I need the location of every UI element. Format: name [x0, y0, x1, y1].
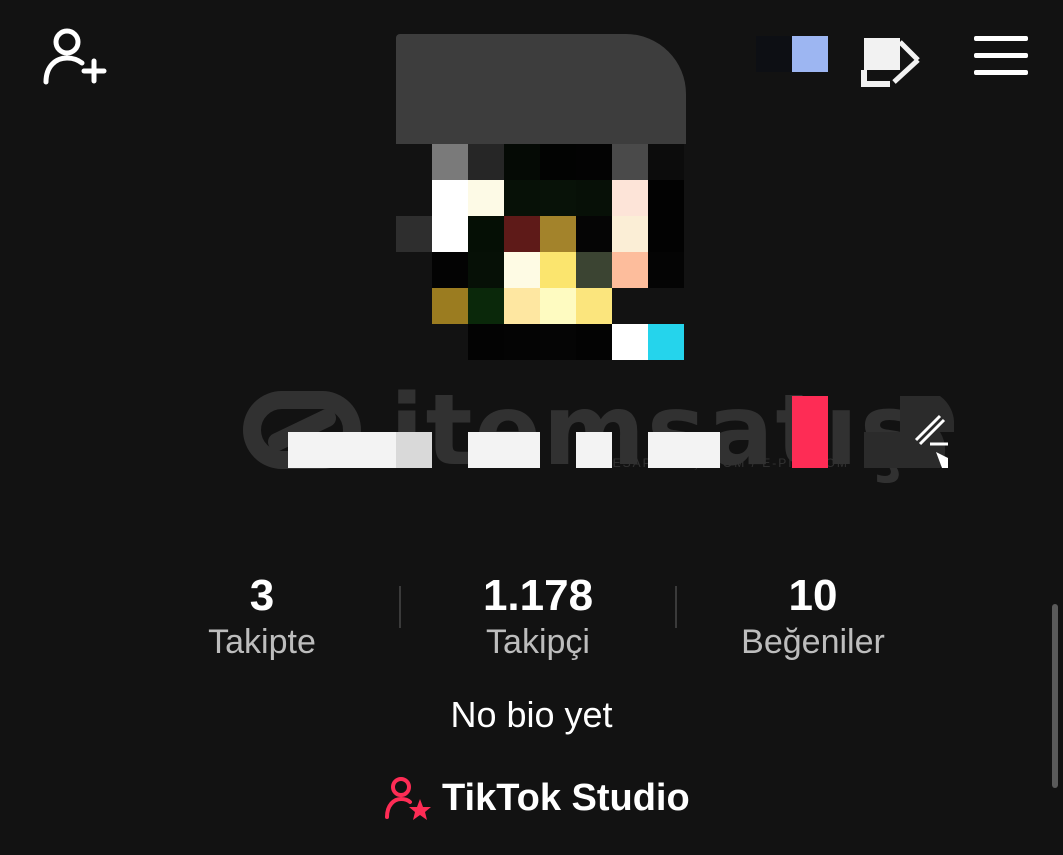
- avatar-pixel: [612, 216, 648, 252]
- avatar-pixel: [648, 252, 684, 288]
- swatch-dark: [756, 36, 792, 72]
- avatar-pixel: [432, 180, 468, 216]
- person-plus-icon: [43, 28, 107, 85]
- pixelated-icon: [756, 36, 830, 72]
- avatar-pixel: [612, 144, 648, 180]
- avatar-pixel: [468, 144, 504, 180]
- avatar-pixel: [612, 324, 648, 360]
- name-pixel: [396, 432, 432, 468]
- stat-followers[interactable]: 1.178 Takipçi: [418, 570, 658, 662]
- name-pixel: [468, 432, 540, 468]
- name-pixel: [648, 432, 720, 468]
- pencil-icon: [864, 396, 955, 468]
- avatar-pixel: [432, 252, 468, 288]
- avatar-pixel: [504, 288, 540, 324]
- bio-text[interactable]: No bio yet: [0, 694, 1063, 736]
- avatar-pixel: [576, 180, 612, 216]
- notes-button[interactable]: [860, 34, 926, 88]
- add-friend-button[interactable]: [40, 26, 110, 88]
- avatar-pixel: [540, 216, 576, 252]
- scrollbar[interactable]: [1052, 604, 1058, 788]
- avatar-pixel: [468, 252, 504, 288]
- avatar-pixel: [540, 180, 576, 216]
- avatar-pixel: [468, 216, 504, 252]
- avatar-pixel: [576, 216, 612, 252]
- avatar-pixel: [648, 216, 684, 252]
- avatar-pixel: [468, 180, 504, 216]
- avatar-pixel: [576, 324, 612, 360]
- stat-following[interactable]: 3 Takipte: [142, 570, 382, 662]
- avatar-pixel: [540, 252, 576, 288]
- avatar-pixel: [432, 288, 468, 324]
- stat-following-label: Takipte: [208, 623, 316, 661]
- edit-profile-button[interactable]: [864, 396, 955, 468]
- avatar-pixel: [648, 324, 684, 360]
- profile-screen: itemsatış HESAP SATIŞ .COM / E-PIN .COM …: [0, 0, 1063, 855]
- tiktok-studio-label: TikTok Studio: [442, 776, 690, 819]
- avatar-pixel: [612, 180, 648, 216]
- stat-likes-count: 10: [788, 571, 838, 620]
- stat-followers-count: 1.178: [482, 571, 594, 620]
- avatar-pixel: [504, 324, 540, 360]
- avatar-pixel: [576, 252, 612, 288]
- stat-followers-label: Takipçi: [486, 623, 590, 661]
- stat-following-count: 3: [249, 571, 275, 620]
- edit-note-icon: [861, 38, 920, 87]
- avatar-pixel: [648, 144, 684, 180]
- avatar-pixel: [576, 144, 612, 180]
- stat-divider: [675, 586, 677, 628]
- avatar-edge: [396, 216, 432, 252]
- swatch-blue: [792, 36, 828, 72]
- avatar-pixel: [432, 216, 468, 252]
- avatar-pixel: [540, 288, 576, 324]
- avatar-pixel: [576, 288, 612, 324]
- avatar-pixel: [612, 252, 648, 288]
- menu-button[interactable]: [970, 32, 1032, 82]
- avatar-pixel: [468, 288, 504, 324]
- hamburger-menu-icon: [974, 36, 1028, 75]
- avatar-pixel: [504, 180, 540, 216]
- name-pixel: [576, 432, 612, 468]
- name-pixel-accent: [792, 396, 828, 468]
- avatar-pixel: [648, 180, 684, 216]
- avatar-pixel: [432, 144, 468, 180]
- stat-likes-label: Beğeniler: [741, 623, 885, 661]
- person-star-icon: [385, 777, 431, 820]
- avatar-pixel: [540, 144, 576, 180]
- stat-divider: [399, 586, 401, 628]
- avatar-pixel: [504, 216, 540, 252]
- avatar-pixel: [504, 252, 540, 288]
- tiktok-studio-button[interactable]: TikTok Studio: [384, 770, 690, 826]
- watermark-text: itemsatış: [390, 374, 921, 488]
- avatar-pixel: [540, 324, 576, 360]
- avatar-pixel: [504, 144, 540, 180]
- name-pixel: [288, 432, 396, 468]
- avatar-pixel: [468, 324, 504, 360]
- avatar[interactable]: [396, 144, 686, 360]
- stat-likes[interactable]: 10 Beğeniler: [693, 570, 933, 662]
- username-redacted[interactable]: [396, 34, 686, 144]
